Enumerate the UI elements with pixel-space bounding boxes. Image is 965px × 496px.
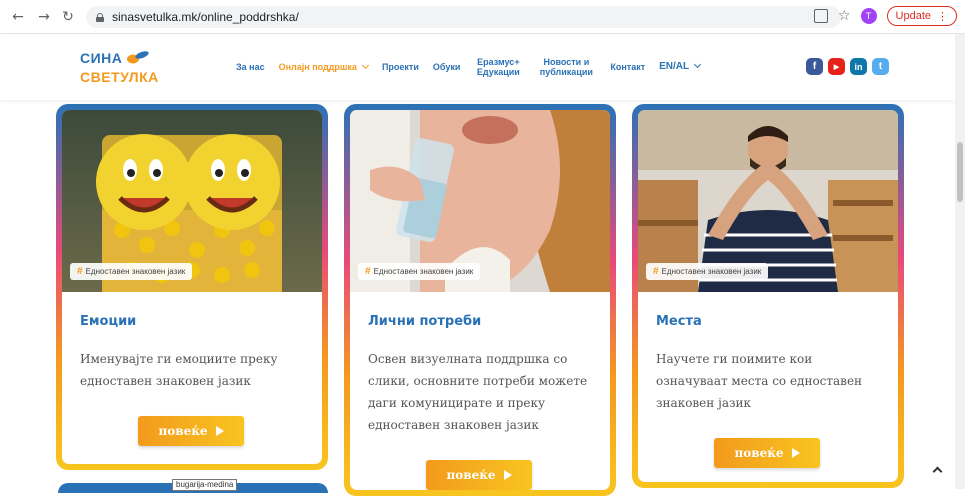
page-scrollbar[interactable] xyxy=(955,34,965,489)
card-image-water[interactable]: # Едноставен знаковен јазик xyxy=(350,110,610,292)
menu-item-erasmus[interactable]: Еразмус+ Едукации xyxy=(474,57,522,77)
translate-icon[interactable] xyxy=(813,9,828,23)
card-title[interactable]: Емоции xyxy=(80,314,136,329)
linkedin-icon[interactable]: in xyxy=(850,58,867,75)
logo-line1: СИНА xyxy=(80,50,123,66)
menu-item-about[interactable]: За нас xyxy=(236,62,265,72)
update-label: Update xyxy=(895,10,931,22)
reload-icon[interactable]: ↻ xyxy=(58,7,78,27)
play-arrow-icon xyxy=(503,470,512,480)
more-button-label: повеќе xyxy=(734,446,784,460)
card-description: Научете ги поимите кои означуваат места … xyxy=(656,352,863,410)
card-title[interactable]: Лични потреби xyxy=(368,314,481,329)
lock-icon xyxy=(96,12,104,22)
hash-icon: # xyxy=(365,266,371,277)
card-tag[interactable]: # Едноставен знаковен јазик xyxy=(646,263,769,280)
card-tag[interactable]: # Едноставен знаковен јазик xyxy=(70,263,193,280)
card-description: Именувајте ги емоциите преку едноставен … xyxy=(80,352,278,388)
youtube-icon[interactable]: ▶ xyxy=(828,58,845,75)
site-header: СИНА СВЕТУЛКА За нас Онлајн поддршка Про… xyxy=(0,34,955,100)
card-image-smileys[interactable]: # Едноставен знаковен јазик xyxy=(62,110,322,292)
twitter-icon[interactable]: t xyxy=(872,58,889,75)
chevron-down-icon xyxy=(361,61,369,70)
browser-toolbar: ← → ↻ sinasvetulka.mk/online_poddrshka/ … xyxy=(0,0,965,34)
chevron-down-icon xyxy=(694,60,702,69)
card-description: Освен визуелната поддршка со слики, осно… xyxy=(368,352,588,432)
hash-icon: # xyxy=(77,266,83,277)
menu-item-contact[interactable]: Контакт xyxy=(610,62,645,72)
profile-avatar[interactable]: T xyxy=(860,8,877,24)
menu-item-news[interactable]: Новости и публикации xyxy=(536,57,596,77)
more-button[interactable]: повеќе xyxy=(426,460,532,490)
facebook-icon[interactable]: f xyxy=(806,58,823,75)
firefly-icon xyxy=(127,51,149,64)
chevron-up-icon xyxy=(932,466,942,476)
play-arrow-icon xyxy=(215,426,224,436)
menu-item-online-support[interactable]: Онлајн поддршка xyxy=(279,61,369,72)
logo-line2: СВЕТУЛКА xyxy=(80,69,159,85)
update-button[interactable]: Update ⋮ xyxy=(886,6,957,26)
forward-arrow-icon[interactable]: → xyxy=(34,7,54,27)
menu-item-language[interactable]: EN/AL xyxy=(659,60,702,72)
url-text: sinasvetulka.mk/online_poddrshka/ xyxy=(112,10,299,24)
card-personal-needs: # Едноставен знаковен јазик Лични потреби… xyxy=(344,104,616,496)
social-links: f ▶ in t xyxy=(806,58,889,75)
card-emotions: # Едноставен знаковен јазик Емоции Именув… xyxy=(56,104,328,470)
scroll-to-top-button[interactable] xyxy=(928,460,946,478)
scrollbar-thumb[interactable] xyxy=(957,142,963,202)
main-menu: За нас Онлајн поддршка Проекти Обуки Ера… xyxy=(236,54,702,80)
card-image-signing[interactable]: # Едноставен знаковен јазик xyxy=(638,110,898,292)
menu-item-projects[interactable]: Проекти xyxy=(382,62,419,72)
back-arrow-icon[interactable]: ← xyxy=(8,7,28,27)
more-button-label: повеќе xyxy=(446,468,496,482)
menu-item-trainings[interactable]: Обуки xyxy=(433,62,460,72)
address-bar[interactable]: sinasvetulka.mk/online_poddrshka/ xyxy=(86,6,841,28)
more-menu-icon: ⋮ xyxy=(937,10,948,23)
play-arrow-icon xyxy=(791,448,800,458)
more-button-label: повеќе xyxy=(158,424,208,438)
more-button[interactable]: повеќе xyxy=(138,416,244,446)
link-tooltip: bugarija-medina xyxy=(172,479,238,491)
bookmark-star-icon[interactable]: ☆ xyxy=(838,8,851,24)
card-tag[interactable]: # Едноставен знаковен јазик xyxy=(358,263,481,280)
more-button[interactable]: повеќе xyxy=(714,438,820,468)
hash-icon: # xyxy=(653,266,659,277)
site-logo[interactable]: СИНА СВЕТУЛКА xyxy=(80,48,160,88)
card-title[interactable]: Места xyxy=(656,314,702,329)
card-places: # Едноставен знаковен јазик Места Научете… xyxy=(632,104,904,488)
